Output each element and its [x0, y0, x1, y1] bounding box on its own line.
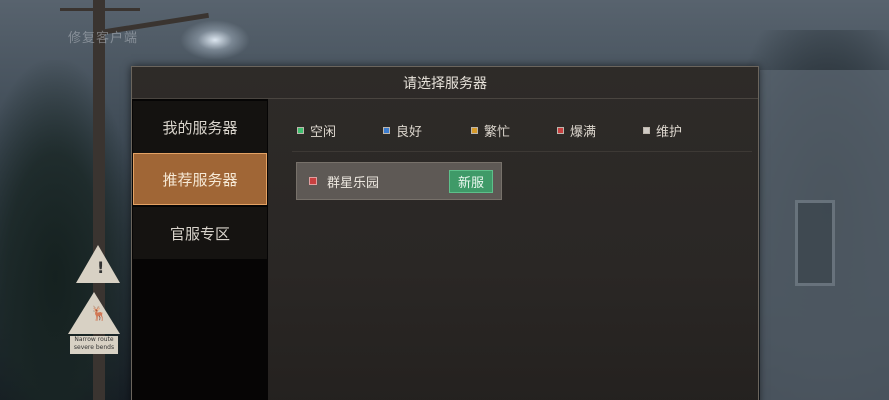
legend-item-full: 爆满 [557, 121, 643, 140]
status-legend: 空闲 良好 繁忙 爆满 维护 [297, 120, 757, 140]
warning-sign-glyph: ! [97, 258, 105, 277]
game-scene: ! 🦌 Narrow route severe bends 修复客户端 请选择服… [0, 0, 889, 400]
status-good-icon [383, 126, 390, 134]
tab-official-zone[interactable]: 官服专区 [133, 207, 267, 259]
status-maintenance-icon [643, 126, 650, 134]
road-sign-plate: Narrow route severe bends [70, 336, 118, 354]
legend-item-idle: 空闲 [297, 121, 383, 140]
legend-label: 爆满 [570, 124, 597, 140]
new-server-badge: 新服 [448, 169, 493, 193]
legend-label: 维护 [656, 124, 683, 140]
legend-item-maintenance: 维护 [643, 121, 723, 140]
legend-label: 良好 [396, 124, 423, 140]
status-full-icon [557, 126, 564, 134]
server-category-sidebar: 我的服务器 推荐服务器 官服专区 [132, 99, 268, 400]
repair-client-button[interactable]: 修复客户端 [68, 27, 138, 46]
status-busy-icon [471, 126, 478, 134]
dialog-title: 请选择服务器 [403, 75, 487, 92]
tab-my-servers-label: 我的服务器 [162, 118, 238, 137]
server-status-full-icon [309, 177, 317, 185]
tab-recommended-servers[interactable]: 推荐服务器 [133, 153, 267, 205]
pole-crossbar [60, 8, 140, 11]
street-lamp-light [180, 20, 250, 60]
status-idle-icon [297, 126, 304, 134]
legend-item-good: 良好 [383, 121, 471, 140]
legend-label: 空闲 [310, 124, 337, 140]
server-entry[interactable]: 群星乐园 新服 [296, 162, 502, 200]
dialog-header: 请选择服务器 [132, 67, 758, 99]
legend-label: 繁忙 [484, 124, 511, 140]
tab-official-zone-label: 官服专区 [169, 224, 230, 243]
background-house-window [795, 200, 835, 286]
deer-icon: 🦌 [90, 306, 108, 322]
tab-my-servers[interactable]: 我的服务器 [133, 101, 267, 153]
tab-recommended-servers-label: 推荐服务器 [162, 170, 238, 189]
legend-item-busy: 繁忙 [471, 121, 557, 140]
server-select-dialog: 请选择服务器 我的服务器 推荐服务器 官服专区 空闲 良好 繁忙 爆满 维护 群… [131, 66, 759, 400]
server-name: 群星乐园 [327, 175, 380, 191]
legend-divider [292, 151, 752, 152]
